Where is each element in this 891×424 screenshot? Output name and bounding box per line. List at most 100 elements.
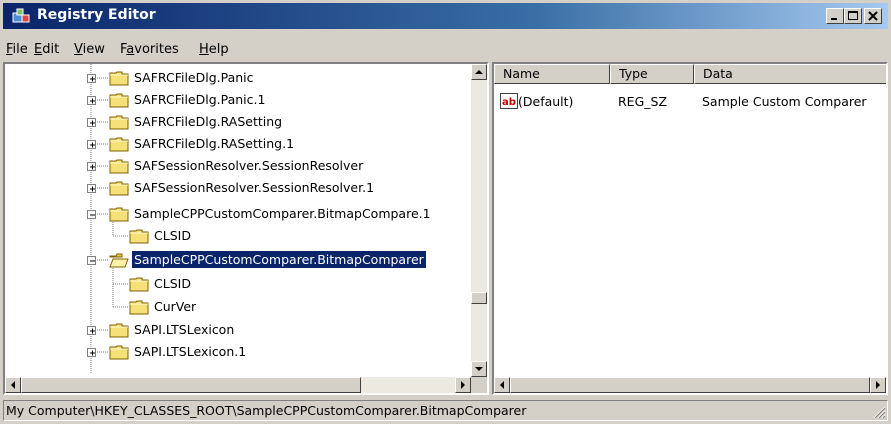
expand-icon[interactable] [87, 74, 96, 83]
resize-grip-icon[interactable] [872, 405, 886, 419]
close-button[interactable] [864, 8, 882, 24]
column-header-data[interactable]: Data [694, 64, 886, 84]
tree-node[interactable]: SAFSessionResolver.SessionResolver.1 [5, 178, 465, 198]
arrow-up-icon [475, 70, 483, 74]
tree-horizontal-scrollbar[interactable] [5, 377, 471, 393]
tree-node-label: CLSID [154, 228, 191, 243]
folder-icon [109, 323, 129, 338]
close-icon [868, 11, 878, 21]
folder-icon [109, 345, 129, 360]
expand-icon[interactable] [87, 348, 96, 357]
folder-icon [109, 93, 129, 108]
status-path: My Computer\HKEY_CLASSES_ROOT\SampleCPPC… [6, 403, 527, 418]
minimize-button[interactable] [826, 8, 844, 24]
tree-node[interactable]: CLSID [5, 226, 465, 246]
tree-node-label: SAPI.LTSLexicon [134, 322, 235, 337]
column-header-type-label: Type [619, 66, 648, 81]
scroll-down-button[interactable] [471, 361, 487, 377]
folder-icon [129, 229, 149, 244]
folder-icon [109, 207, 129, 222]
tree-scroll-thumb[interactable] [471, 292, 487, 304]
expand-icon[interactable] [87, 96, 96, 105]
tree-node[interactable]: SAFRCFileDlg.Panic.1 [5, 90, 465, 110]
maximize-button[interactable] [844, 8, 862, 24]
tree-node[interactable]: SAFSessionResolver.SessionResolver [5, 156, 465, 176]
expand-icon[interactable] [87, 326, 96, 335]
folder-icon [129, 300, 149, 315]
arrow-left-icon [11, 381, 15, 389]
tree-node-label: SampleCPPCustomComparer.BitmapCompare.1 [134, 206, 431, 221]
tree-node-label: CLSID [154, 276, 191, 291]
expand-icon[interactable] [87, 118, 96, 127]
expand-icon[interactable] [87, 184, 96, 193]
value-type: REG_SZ [618, 94, 668, 109]
expand-icon[interactable] [87, 162, 96, 171]
value-name: (Default) [518, 94, 574, 109]
tree-node[interactable]: SAPI.LTSLexicon.1 [5, 342, 465, 362]
tree-node-label: SAFRCFileDlg.Panic.1 [134, 92, 266, 107]
tree-node[interactable]: CurVer [5, 297, 465, 317]
arrow-right-icon [461, 381, 465, 389]
scroll-left-button[interactable] [5, 377, 21, 393]
tree-vertical-scrollbar[interactable] [471, 64, 487, 377]
folder-icon [109, 115, 129, 130]
tree-node-label: SAFSessionResolver.SessionResolver [134, 158, 364, 173]
title-bar[interactable]: Registry Editor [3, 3, 888, 29]
list-hscroll-thumb[interactable] [510, 377, 870, 393]
menu-help[interactable]: Help [199, 42, 229, 57]
collapse-icon[interactable] [87, 210, 96, 219]
key-tree-pane[interactable]: SAFRCFileDlg.Panic SAFRCFileDlg.Panic.1 SA… [3, 62, 489, 395]
tree-hscroll-thumb[interactable] [21, 377, 361, 393]
tree-node-label: SAPI.LTSLexicon.1 [134, 344, 247, 359]
list-scroll-right-button[interactable] [870, 377, 886, 393]
column-header-name-label: Name [503, 66, 540, 81]
registry-editor-icon [12, 8, 30, 23]
scroll-right-button[interactable] [455, 377, 471, 393]
column-header-name[interactable]: Name [494, 64, 610, 84]
folder-icon [109, 181, 129, 196]
tree-node-label: SAFRCFileDlg.RASetting.1 [134, 136, 295, 151]
tree-node-label: SAFSessionResolver.SessionResolver.1 [134, 180, 375, 195]
folder-icon [109, 137, 129, 152]
tree-node-label: CurVer [154, 299, 197, 314]
menu-favorites[interactable]: Favorites [120, 42, 179, 57]
tree-node[interactable]: SampleCPPCustomComparer.BitmapComparer [5, 250, 465, 270]
svg-text:ab: ab [502, 97, 516, 108]
folder-open-icon [109, 253, 129, 268]
arrow-down-icon [475, 367, 483, 371]
minimize-icon [831, 18, 837, 20]
folder-icon [109, 159, 129, 174]
expand-icon[interactable] [87, 140, 96, 149]
menu-view[interactable]: View [74, 42, 105, 57]
scroll-corner [471, 377, 487, 393]
tree-node[interactable]: SAFRCFileDlg.Panic [5, 68, 465, 88]
list-scroll-left-button[interactable] [494, 377, 510, 393]
menu-bar: File Edit View Favorites Help [3, 39, 888, 61]
menu-edit[interactable]: Edit [34, 42, 59, 57]
collapse-icon[interactable] [87, 256, 96, 265]
value-data: Sample Custom Comparer [702, 94, 867, 109]
column-header-type[interactable]: Type [610, 64, 694, 84]
values-list-pane[interactable]: Name Type Data ab (Default) REG_SZ Sampl… [492, 62, 888, 395]
tree-node[interactable]: SAPI.LTSLexicon [5, 320, 465, 340]
folder-icon [109, 71, 129, 86]
tree-node[interactable]: SampleCPPCustomComparer.BitmapCompare.1 [5, 204, 465, 224]
arrow-left-icon [500, 381, 504, 389]
tree-node-label: SAFRCFileDlg.RASetting [134, 114, 283, 129]
folder-icon [129, 277, 149, 292]
window-title: Registry Editor [37, 7, 156, 23]
arrow-right-icon [876, 381, 880, 389]
maximize-icon [848, 11, 858, 20]
tree-node-label: SampleCPPCustomComparer.BitmapComparer [131, 250, 427, 269]
scroll-up-button[interactable] [471, 64, 487, 80]
tree-node[interactable]: SAFRCFileDlg.RASetting [5, 112, 465, 132]
status-bar: My Computer\HKEY_CLASSES_ROOT\SampleCPPC… [3, 400, 888, 421]
tree-node[interactable]: CLSID [5, 274, 465, 294]
tree-node[interactable]: SAFRCFileDlg.RASetting.1 [5, 134, 465, 154]
registry-editor-window: Registry Editor File Edit View Favorites Hel… [0, 0, 891, 424]
tree-node-label: SAFRCFileDlg.Panic [134, 70, 254, 85]
menu-file[interactable]: File [6, 42, 28, 57]
column-header-data-label: Data [703, 66, 733, 81]
list-horizontal-scrollbar[interactable] [494, 377, 886, 393]
string-value-icon: ab [500, 93, 518, 109]
